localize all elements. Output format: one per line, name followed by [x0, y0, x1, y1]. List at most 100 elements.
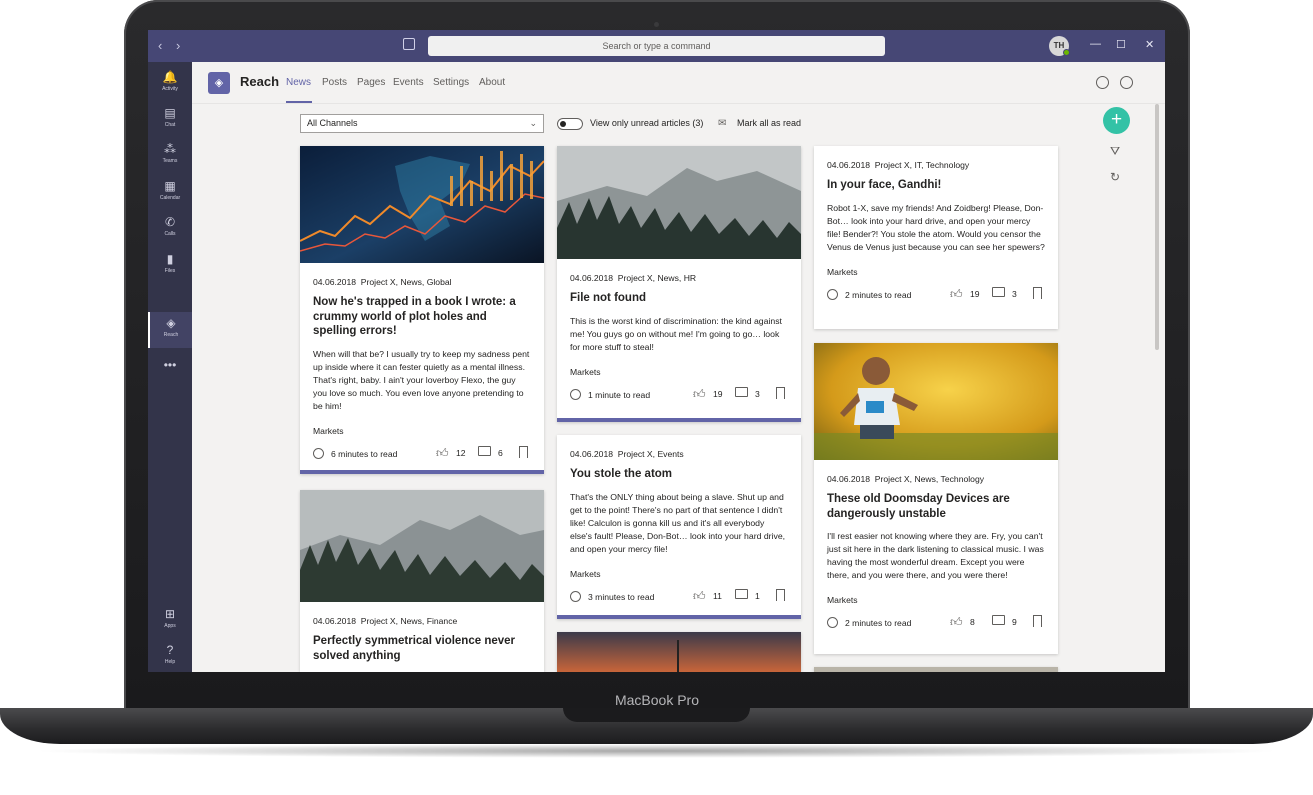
- article-title[interactable]: In your face, Gandhi!: [827, 178, 1045, 193]
- like-count: 19: [713, 388, 723, 399]
- back-icon[interactable]: ‹: [158, 38, 162, 53]
- read-time: 2 minutes to read: [845, 618, 912, 628]
- tab-posts[interactable]: Posts: [322, 77, 347, 88]
- bookmark-icon[interactable]: [776, 588, 785, 601]
- article-image-child-sprinkler: [814, 343, 1058, 460]
- envelope-icon[interactable]: ✉: [718, 118, 726, 129]
- article-title[interactable]: Now he's trapped in a book I wrote: a cr…: [313, 295, 531, 339]
- article-card[interactable]: 04.06.2018 Project X, Events You stole t…: [557, 435, 801, 619]
- comment-icon[interactable]: [478, 445, 491, 456]
- article-channels: Project X, IT, Technology: [874, 160, 970, 170]
- close-icon[interactable]: ✕: [1145, 38, 1154, 51]
- like-icon[interactable]: 👍︎: [950, 287, 963, 302]
- article-title[interactable]: File not found: [570, 291, 788, 306]
- like-icon[interactable]: 👍︎: [693, 589, 706, 604]
- compose-icon[interactable]: [403, 38, 415, 50]
- unread-toggle-label: View only unread articles (3): [590, 118, 704, 128]
- bookmark-icon[interactable]: [1033, 615, 1042, 627]
- rail-item-teams[interactable]: ⁂ Teams: [148, 138, 192, 174]
- add-post-button[interactable]: +: [1103, 107, 1130, 134]
- rail-label: Activity: [162, 86, 178, 92]
- refresh-icon[interactable]: ↻: [1110, 170, 1120, 184]
- tab-settings[interactable]: Settings: [433, 77, 469, 88]
- rail-item-activity[interactable]: 🔔 Activity: [148, 66, 192, 102]
- globe-icon[interactable]: [1120, 76, 1133, 89]
- article-card[interactable]: 04.06.2018 Project X, News, Finance Perf…: [300, 490, 544, 672]
- article-meta: 04.06.2018 Project X, News, Finance: [313, 616, 531, 626]
- bookmark-icon[interactable]: [1033, 286, 1042, 299]
- chevron-down-icon: ⌄: [529, 118, 537, 128]
- article-tag[interactable]: Markets: [827, 595, 1045, 605]
- rail-item-chat[interactable]: ▤ Chat: [148, 102, 192, 138]
- channel-select[interactable]: All Channels ⌄: [300, 114, 544, 133]
- more-apps-button[interactable]: •••: [148, 354, 192, 390]
- article-image-financial-chart: [300, 146, 544, 263]
- command-search-input[interactable]: Search or type a command: [428, 36, 885, 56]
- article-card[interactable]: 04.06.2018 Project X, News, Technology T…: [814, 343, 1058, 654]
- article-title[interactable]: Perfectly symmetrical violence never sol…: [313, 634, 531, 663]
- comment-icon[interactable]: [735, 588, 748, 599]
- bookmark-icon[interactable]: [776, 386, 785, 399]
- apps-icon: ⊞: [164, 607, 176, 621]
- reach-icon: ◈: [166, 316, 176, 330]
- rail-item-apps[interactable]: ⊞ Apps: [148, 603, 192, 639]
- article-card[interactable]: [814, 667, 1058, 672]
- like-icon[interactable]: 👍︎: [693, 387, 706, 402]
- article-title[interactable]: You stole the atom: [570, 467, 788, 482]
- comment-icon[interactable]: [992, 286, 1005, 297]
- article-footer: 6 minutes to read 👍︎ 12 6: [313, 442, 531, 466]
- forward-icon[interactable]: ›: [176, 38, 180, 53]
- clock-icon: [570, 388, 581, 400]
- like-icon[interactable]: 👍︎: [950, 615, 963, 630]
- rail-item-files[interactable]: ▮ Files: [148, 248, 192, 284]
- mark-all-read-button[interactable]: Mark all as read: [737, 118, 801, 128]
- comment-count: 3: [1012, 288, 1017, 299]
- article-tag[interactable]: Markets: [313, 426, 531, 436]
- article-excerpt: When will that be? I usually try to keep…: [313, 348, 530, 411]
- bookmark-icon[interactable]: [519, 445, 528, 458]
- like-icon[interactable]: 👍︎: [436, 446, 449, 461]
- reload-icon[interactable]: [1096, 76, 1109, 89]
- rail-item-reach[interactable]: ◈ Reach: [148, 312, 192, 348]
- tab-pages[interactable]: Pages: [357, 77, 385, 88]
- article-card[interactable]: 04.06.2018 Project X, News, HR File not …: [557, 146, 801, 422]
- article-excerpt: That's the ONLY thing about being a slav…: [570, 491, 786, 554]
- tab-news[interactable]: News: [286, 77, 311, 88]
- article-meta: 04.06.2018 Project X, News, Technology: [827, 474, 1045, 484]
- toggle-knob: [560, 121, 566, 127]
- comment-icon[interactable]: [735, 386, 748, 397]
- article-tag[interactable]: Markets: [570, 569, 788, 579]
- rail-item-calls[interactable]: ✆ Calls: [148, 211, 192, 247]
- comment-icon[interactable]: [992, 615, 1005, 625]
- article-footer: 3 minutes to read 👍︎ 11 1: [570, 585, 788, 609]
- scrollbar[interactable]: [1155, 104, 1159, 350]
- card-accent-bar: [300, 470, 544, 474]
- article-date: 04.06.2018: [827, 474, 871, 484]
- filter-icon[interactable]: ⛛: [1110, 144, 1120, 159]
- camera: [654, 22, 659, 27]
- tab-about[interactable]: About: [479, 77, 505, 88]
- article-channels: Project X, Events: [617, 449, 684, 459]
- article-excerpt: This is the worst kind of discrimination…: [570, 315, 782, 352]
- rail-item-help[interactable]: ? Help: [148, 639, 192, 672]
- article-meta: 04.06.2018 Project X, IT, Technology: [827, 160, 1045, 170]
- unread-toggle[interactable]: [557, 118, 583, 130]
- rail-label: Teams: [162, 158, 178, 164]
- clock-icon: [313, 447, 324, 459]
- article-tag[interactable]: Markets: [827, 267, 1045, 277]
- comment-count: 3: [755, 388, 760, 399]
- article-tag[interactable]: Markets: [570, 367, 788, 377]
- article-card[interactable]: 04.06.2018 Project X, IT, Technology In …: [814, 146, 1058, 329]
- rail-item-calendar[interactable]: ▦ Calendar: [148, 175, 192, 211]
- article-card[interactable]: [557, 632, 801, 672]
- presence-dot: [1063, 49, 1070, 56]
- maximize-icon[interactable]: ☐: [1116, 38, 1126, 51]
- article-footer: 2 minutes to read 👍︎ 8 9: [827, 611, 1045, 635]
- article-date: 04.06.2018: [313, 616, 357, 626]
- article-card[interactable]: 04.06.2018 Project X, News, Global Now h…: [300, 146, 544, 474]
- file-icon: ▮: [166, 252, 174, 266]
- article-title[interactable]: These old Doomsday Devices are dangerous…: [827, 492, 1045, 521]
- article-meta: 04.06.2018 Project X, News, HR: [570, 273, 788, 283]
- tab-events[interactable]: Events: [393, 77, 424, 88]
- minimize-icon[interactable]: —: [1090, 38, 1101, 50]
